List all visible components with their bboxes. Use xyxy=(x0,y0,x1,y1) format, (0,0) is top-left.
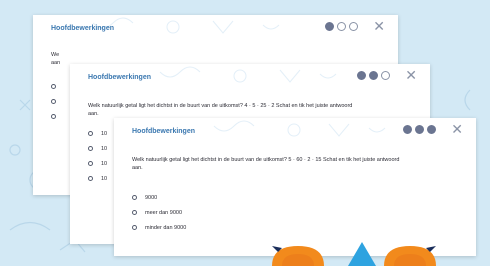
question-line-2: aan. xyxy=(132,165,143,171)
progress-dot-3 xyxy=(427,125,436,134)
progress-dot-1 xyxy=(357,71,366,80)
question-line-1: We xyxy=(51,52,60,58)
progress-indicator xyxy=(325,22,358,31)
progress-dot-1 xyxy=(403,125,412,134)
radio-icon[interactable] xyxy=(88,146,93,151)
question-line-1: Welk natuurlijk getal ligt het dichtst i… xyxy=(132,157,400,163)
card-header: Hoofdbewerkingen ✕ xyxy=(33,15,398,43)
radio-icon[interactable] xyxy=(88,161,93,166)
radio-icon[interactable] xyxy=(51,99,56,104)
progress-indicator xyxy=(403,125,436,134)
radio-icon[interactable] xyxy=(88,131,93,136)
radio-icon[interactable] xyxy=(132,210,137,215)
card-title: Hoofdbewerkingen xyxy=(51,25,115,32)
answer-option[interactable]: 9000 xyxy=(132,190,458,205)
mascot-left xyxy=(272,246,324,266)
card-title: Hoofdbewerkingen xyxy=(132,128,196,135)
progress-dot-2 xyxy=(337,22,346,31)
option-label: minder dan 9000 xyxy=(145,224,187,231)
answer-option[interactable]: minder dan 9000 xyxy=(132,220,458,235)
mascot-hat xyxy=(348,242,376,266)
close-icon[interactable]: ✕ xyxy=(405,68,417,82)
question-line-1: Welk natuurlijk getal ligt het dichtst i… xyxy=(88,103,353,109)
radio-icon[interactable] xyxy=(132,195,137,200)
question-card-3: Hoofdbewerkingen ✕ Welk natuurlijk getal… xyxy=(114,118,476,256)
card-header: Hoofdbewerkingen ✕ xyxy=(114,118,476,146)
progress-indicator xyxy=(357,71,390,80)
progress-dot-2 xyxy=(415,125,424,134)
card-title: Hoofdbewerkingen xyxy=(88,74,152,81)
question-line-2: aan. xyxy=(88,111,99,117)
close-icon[interactable]: ✕ xyxy=(451,122,463,136)
radio-icon[interactable] xyxy=(132,225,137,230)
progress-dot-3 xyxy=(381,71,390,80)
question-text: Welk natuurlijk getal ligt het dichtst i… xyxy=(88,102,412,118)
progress-dot-1 xyxy=(325,22,334,31)
option-label: 9000 xyxy=(145,194,158,201)
mascot-right xyxy=(384,246,436,266)
radio-icon[interactable] xyxy=(51,84,56,89)
answer-option[interactable]: meer dan 9000 xyxy=(132,205,458,220)
close-icon[interactable]: ✕ xyxy=(373,19,385,33)
card-header: Hoofdbewerkingen ✕ xyxy=(70,64,430,92)
radio-icon[interactable] xyxy=(88,176,93,181)
option-label: meer dan 9000 xyxy=(145,209,182,216)
radio-icon[interactable] xyxy=(51,114,56,119)
question-text: Welk natuurlijk getal ligt het dichtst i… xyxy=(132,156,458,172)
progress-dot-2 xyxy=(369,71,378,80)
progress-dot-3 xyxy=(349,22,358,31)
answer-options: 9000 meer dan 9000 minder dan 9000 xyxy=(132,190,458,235)
